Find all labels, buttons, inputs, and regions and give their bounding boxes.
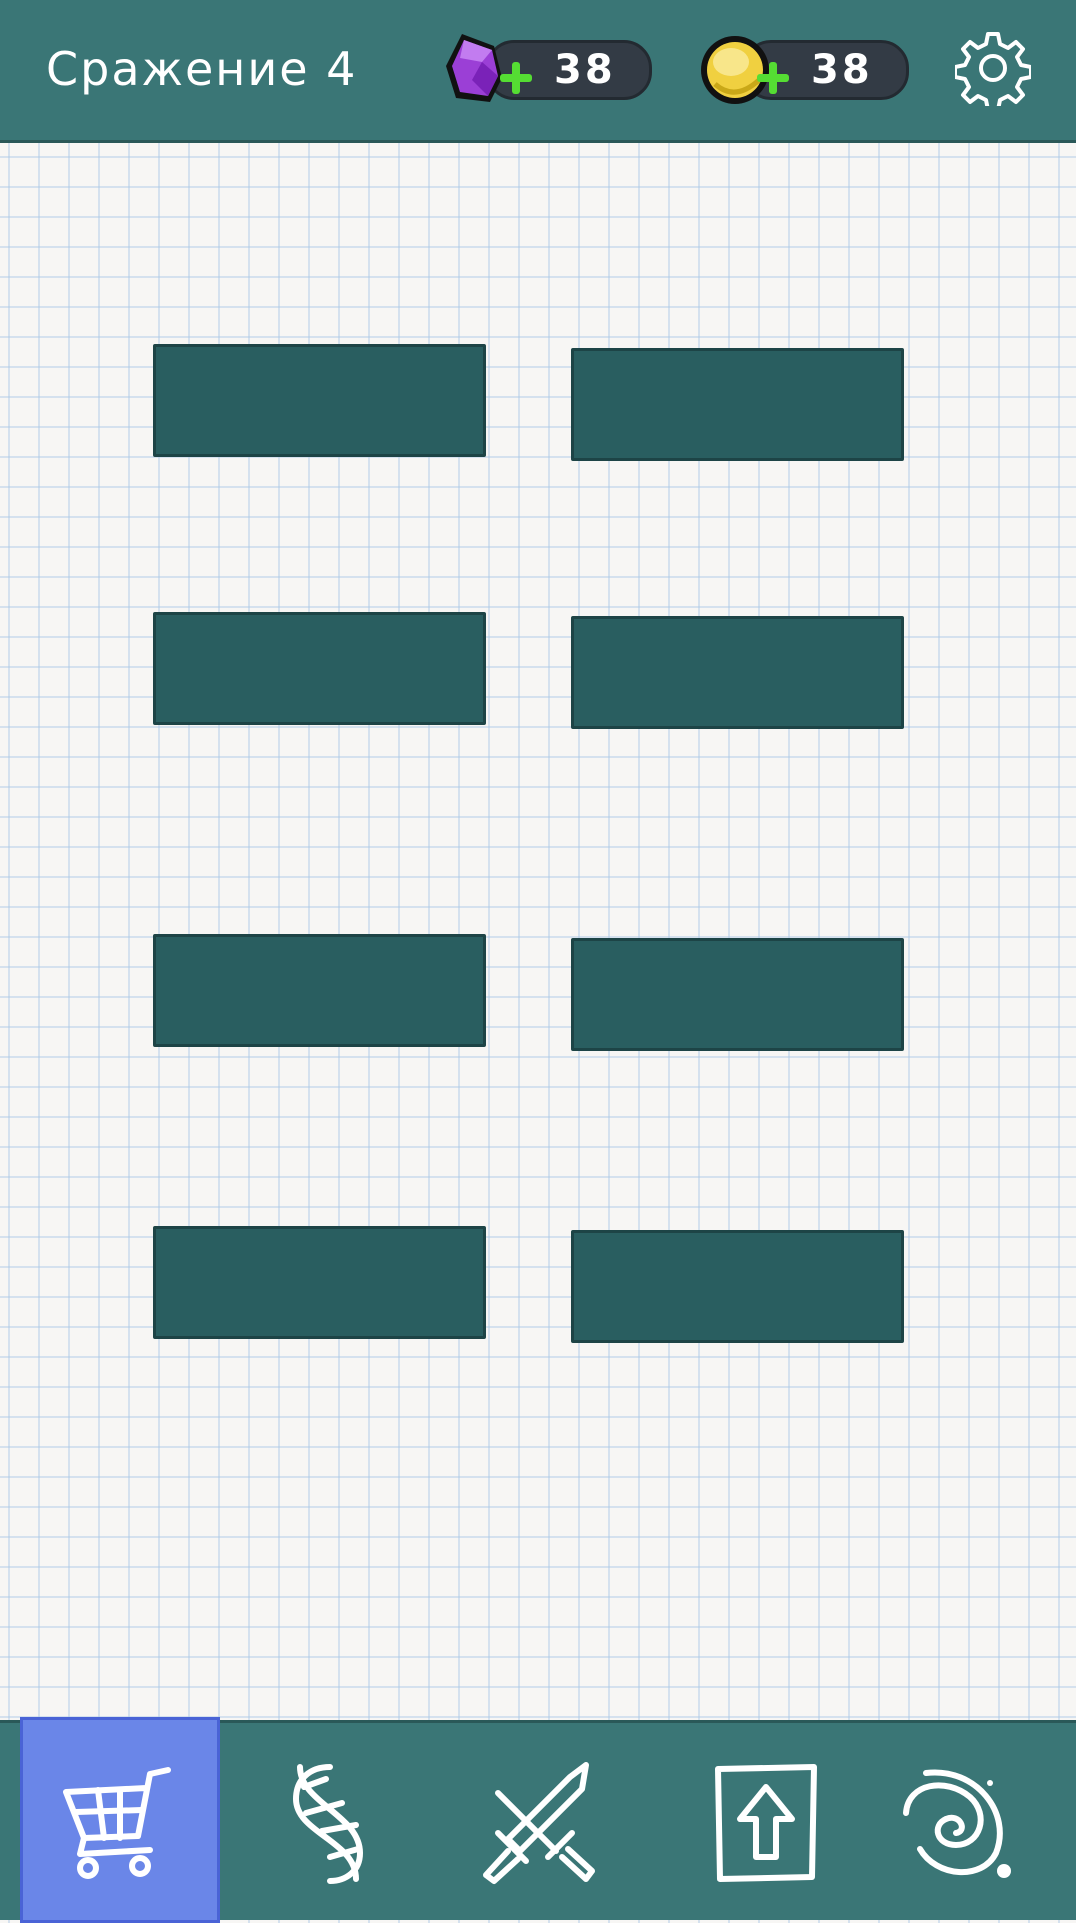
nav-evolution[interactable]: [230, 1723, 430, 1923]
gems-amount: 38: [554, 47, 616, 93]
nav-upgrade[interactable]: [666, 1723, 866, 1923]
gear-icon[interactable]: [955, 30, 1031, 106]
battle-slot-7[interactable]: [153, 1226, 486, 1339]
gems-counter[interactable]: 38: [442, 34, 652, 102]
shopping-cart-icon: [63, 1767, 171, 1879]
nav-shop[interactable]: [20, 1717, 220, 1923]
top-bar: Сражение 4 38 38: [0, 0, 1076, 143]
nav-battle[interactable]: [438, 1723, 638, 1923]
battle-title: Сражение 4: [46, 42, 358, 96]
crossed-swords-icon: [483, 1762, 595, 1884]
coins-amount: 38: [811, 47, 873, 93]
battle-slot-2[interactable]: [571, 348, 904, 461]
add-coins-icon[interactable]: [753, 58, 793, 98]
battle-slot-3[interactable]: [153, 612, 486, 725]
nav-galaxy[interactable]: [856, 1723, 1056, 1923]
add-gems-icon[interactable]: [496, 58, 536, 98]
dna-icon: [292, 1764, 364, 1884]
battle-slot-1[interactable]: [153, 344, 486, 457]
battle-slot-5[interactable]: [153, 934, 486, 1047]
battle-slot-4[interactable]: [571, 616, 904, 729]
upgrade-arrow-icon: [715, 1764, 817, 1882]
battle-slot-8[interactable]: [571, 1230, 904, 1343]
battle-slot-6[interactable]: [571, 938, 904, 1051]
galaxy-icon: [903, 1769, 1011, 1878]
coins-counter[interactable]: 38: [699, 36, 909, 104]
bottom-nav: [0, 1717, 1076, 1923]
